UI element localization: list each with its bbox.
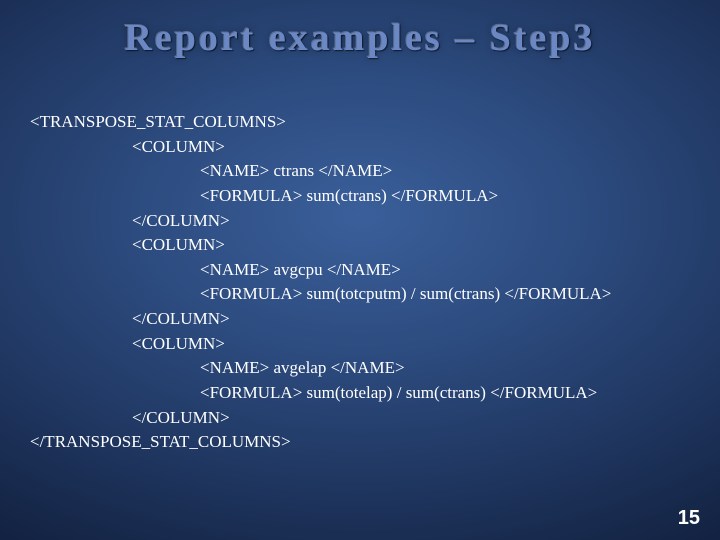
code-line: <FORMULA> sum(ctrans) </FORMULA>: [30, 186, 498, 205]
slide-title: Report examples – Step3: [0, 16, 720, 60]
code-line: </COLUMN>: [30, 408, 230, 427]
code-line: <COLUMN>: [30, 137, 225, 156]
code-line: <NAME> avgcpu </NAME>: [30, 260, 401, 279]
code-line: <COLUMN>: [30, 334, 225, 353]
slide: Report examples – Step3 <TRANSPOSE_STAT_…: [0, 0, 720, 540]
code-line: <COLUMN>: [30, 235, 225, 254]
code-line: <NAME> avgelap </NAME>: [30, 358, 405, 377]
code-line: <FORMULA> sum(totelap) / sum(ctrans) </F…: [30, 383, 597, 402]
code-line: <NAME> ctrans </NAME>: [30, 161, 392, 180]
code-line: <FORMULA> sum(totcputm) / sum(ctrans) </…: [30, 284, 611, 303]
code-block: <TRANSPOSE_STAT_COLUMNS> <COLUMN> <NAME>…: [30, 110, 690, 455]
code-line: </COLUMN>: [30, 309, 230, 328]
code-line: </TRANSPOSE_STAT_COLUMNS>: [30, 432, 291, 451]
code-line: </COLUMN>: [30, 211, 230, 230]
page-number: 15: [678, 507, 700, 530]
code-line: <TRANSPOSE_STAT_COLUMNS>: [30, 112, 286, 131]
